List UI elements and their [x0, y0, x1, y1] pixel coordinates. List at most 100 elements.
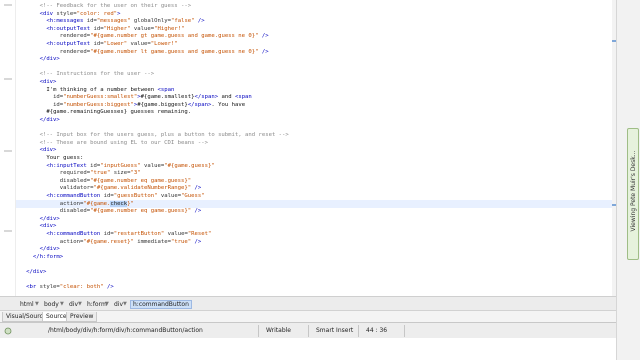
- code-token: </span>: [187, 101, 212, 108]
- code-token: <!-- These are bound using EL to our CDI…: [39, 139, 208, 146]
- code-token: id=: [53, 94, 64, 101]
- code-token: value=: [127, 41, 151, 47]
- code-token: value=: [140, 162, 165, 169]
- editor-gutter[interactable]: [0, 0, 16, 296]
- code-token: </div>: [39, 246, 60, 253]
- code-token: />: [258, 48, 269, 55]
- status-insert-mode: Smart Insert: [316, 327, 354, 334]
- code-token: "Reset": [187, 231, 212, 237]
- status-bar: /html/body/div/h:form/div/h:commandButto…: [0, 322, 616, 338]
- code-token: "#{game.reset}": [83, 238, 134, 245]
- code-token: #{game.biggest}: [137, 101, 188, 108]
- code-token: "numberGuess:biggest": [63, 101, 134, 108]
- code-token: required=: [59, 170, 91, 177]
- code-token: and: [218, 94, 235, 101]
- code-token: </h:form>: [32, 253, 64, 260]
- code-token: id=: [90, 25, 104, 32]
- code-token: "#{game.: [83, 200, 111, 207]
- code-token: "false": [170, 18, 195, 25]
- fold-marker[interactable]: [4, 230, 12, 232]
- code-token: </div>: [26, 269, 47, 275]
- chevron-down-icon[interactable]: ▼: [35, 300, 39, 309]
- code-token: <span: [157, 86, 175, 93]
- code-token: disabled=: [59, 208, 91, 215]
- status-separator: [358, 325, 359, 337]
- status-path: /html/body/div/h:form/div/h:commandButto…: [48, 327, 203, 334]
- code-token: />: [191, 238, 202, 245]
- code-token: "Lower!": [150, 41, 178, 47]
- code-token: globalOnly=: [130, 18, 171, 25]
- code-token: "numberGuess:smallest": [63, 94, 138, 101]
- code-token: </div>: [39, 56, 60, 63]
- code-token: </div>: [39, 117, 60, 123]
- code-token: "messages": [96, 18, 131, 25]
- chevron-down-icon[interactable]: ▼: [78, 300, 82, 309]
- code-token: "Lower": [103, 41, 128, 47]
- code-token: #{game.smallest}: [140, 94, 195, 101]
- code-token: check: [110, 200, 128, 207]
- code-token: "inputGuess": [100, 162, 141, 169]
- breadcrumb-item-html[interactable]: html: [18, 300, 36, 309]
- desktop-background: [0, 338, 616, 360]
- fold-marker[interactable]: [4, 150, 12, 152]
- code-token: <!-- Instructions for the user -->: [39, 71, 155, 78]
- code-token: immediate=: [133, 238, 171, 245]
- code-token: <span: [234, 94, 252, 101]
- code-token: id=: [90, 41, 104, 47]
- code-line[interactable]: <br style="clear: both" />: [16, 283, 612, 291]
- status-separator: [404, 325, 405, 337]
- code-token: "#{game.number eq game.guess}": [90, 177, 192, 184]
- code-area[interactable]: <!-- Feedback for the user on their gues…: [16, 0, 612, 296]
- code-token: <!-- Input box for the users guess, plus…: [39, 132, 289, 139]
- code-token: <h:messages: [46, 18, 84, 25]
- status-cursor-position: 44 : 36: [366, 327, 388, 334]
- breadcrumb-item-h-commandbutton[interactable]: h:commandButton: [130, 300, 192, 309]
- code-token: <div: [39, 10, 54, 17]
- code-token: value=: [164, 231, 188, 237]
- code-token: "#{game.number eq game.guess}": [90, 208, 192, 215]
- code-token: "3": [130, 170, 141, 177]
- code-token: <h:outputText: [46, 25, 91, 32]
- breadcrumb-item-body[interactable]: body: [42, 300, 61, 309]
- fold-marker[interactable]: [4, 78, 12, 80]
- source-editor[interactable]: <!-- Feedback for the user on their gues…: [0, 0, 616, 296]
- code-token: style=: [36, 284, 60, 291]
- editor-view-tabs: Visual/Source Source Preview: [0, 310, 616, 322]
- code-token: <h:commandButton: [46, 193, 101, 199]
- code-token: />: [191, 208, 202, 215]
- code-token: "restartButton": [113, 231, 165, 237]
- code-token: "Higher!": [154, 25, 185, 32]
- code-token: <div>: [39, 147, 57, 154]
- code-token: "#{game.number gt game.guess and game.gu…: [90, 33, 259, 40]
- chevron-down-icon[interactable]: ▼: [123, 300, 127, 309]
- code-token: id=: [100, 193, 114, 199]
- fold-marker[interactable]: [4, 4, 12, 6]
- chevron-down-icon[interactable]: ▼: [60, 300, 64, 309]
- tab-preview[interactable]: Preview: [66, 312, 98, 322]
- code-token: "#{game.number lt game.guess and game.gu…: [90, 48, 259, 55]
- code-token: disabled=: [59, 177, 91, 184]
- code-token: Your guess:: [46, 155, 84, 161]
- code-token: rendered=: [59, 33, 91, 40]
- code-token: id=: [86, 162, 101, 169]
- code-token: </div>: [39, 215, 60, 222]
- code-token: <h:outputText: [46, 41, 91, 47]
- breadcrumb: html ▼ body ▼ div ▼ h:form ▼ div ▼ h:com…: [0, 296, 616, 310]
- code-token: action=: [59, 200, 84, 207]
- code-token: "true": [90, 170, 111, 177]
- code-token: "#{game.guess}": [164, 162, 215, 169]
- code-token: "#{game.validateNumberRange}": [93, 185, 192, 192]
- code-token: validator=: [59, 185, 94, 192]
- code-token: #{game.remainingGuesses} guesses remaini…: [46, 109, 192, 116]
- viewing-desktop-tab[interactable]: Viewing Pete Muir's Desk...: [627, 128, 639, 260]
- code-token: id=: [53, 101, 64, 108]
- code-token: id=: [100, 231, 114, 237]
- code-token: />: [103, 284, 114, 291]
- code-token: }": [127, 200, 134, 207]
- code-token: "Higher": [103, 25, 131, 32]
- chevron-down-icon[interactable]: ▼: [105, 300, 109, 309]
- code-token: value=: [157, 193, 182, 199]
- code-token: </span>: [194, 94, 219, 101]
- status-write-mode: Writable: [266, 327, 291, 334]
- code-token: style=: [53, 10, 77, 17]
